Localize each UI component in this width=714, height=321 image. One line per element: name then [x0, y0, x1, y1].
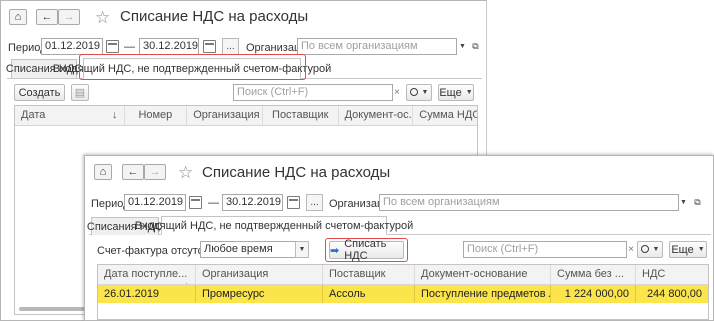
- organization-dropdown[interactable]: ▼: [456, 38, 469, 55]
- page-title: Списание НДС на расходы: [202, 164, 391, 181]
- table-header: Дата ↓ Номер Организация Поставщик Докуме…: [15, 106, 477, 126]
- favorite-star-icon[interactable]: ☆: [95, 9, 110, 26]
- write-off-vat-label: Списать НДС: [344, 238, 387, 262]
- home-button[interactable]: ⌂: [94, 164, 112, 180]
- arrow-left-icon: ←: [41, 11, 53, 23]
- home-icon: ⌂: [14, 11, 22, 23]
- arrow-left-icon: ←: [127, 166, 139, 178]
- date-to-input[interactable]: 30.12.2019: [222, 194, 283, 211]
- table-header: Дата поступле...↓ Организация Поставщик …: [98, 265, 708, 285]
- page-title: Списание НДС на расходы: [120, 8, 309, 25]
- chevron-down-icon: ▼: [298, 246, 306, 253]
- organization-input[interactable]: По всем организациям: [379, 194, 679, 211]
- back-button[interactable]: ←: [36, 9, 58, 25]
- create-button[interactable]: Создать: [14, 84, 65, 101]
- column-number[interactable]: Номер: [125, 106, 188, 125]
- column-vat-amount[interactable]: Сумма НДС: [413, 106, 477, 125]
- column-receipt-date[interactable]: Дата поступле...↓: [98, 265, 196, 284]
- home-icon: ⌂: [99, 166, 107, 178]
- date-from-input[interactable]: 01.12.2019: [124, 194, 186, 211]
- tab-highlight-frame: [79, 54, 306, 80]
- column-sum-without-vat[interactable]: Сумма без ...: [551, 265, 636, 284]
- search-icon: [640, 244, 649, 253]
- organization-dropdown[interactable]: ▼: [677, 194, 690, 211]
- invoice-missing-select[interactable]: Любое время: [200, 241, 296, 258]
- chevron-down-icon: ▼: [465, 89, 473, 96]
- organization-open-button[interactable]: ⧉: [691, 194, 704, 211]
- clear-search-icon[interactable]: ×: [625, 241, 637, 258]
- arrow-right-icon: →: [149, 166, 161, 178]
- incoming-vat-table[interactable]: Дата поступле...↓ Организация Поставщик …: [97, 264, 709, 320]
- cell-vat: 244 800,00: [646, 288, 702, 300]
- search-button[interactable]: ▼: [406, 84, 432, 101]
- write-off-vat-button[interactable]: ➡ Списать НДС: [329, 238, 404, 262]
- more-label: Еще: [671, 243, 694, 256]
- cell-date: 26.01.2019: [98, 285, 196, 303]
- chevron-down-icon: ▼: [459, 43, 466, 50]
- table-row[interactable]: 26.01.2019 Промресурс Ассоль Поступление…: [98, 285, 708, 303]
- search-input[interactable]: Поиск (Ctrl+F): [463, 241, 627, 258]
- arrow-right-icon: →: [63, 11, 75, 23]
- home-button[interactable]: ⌂: [9, 9, 27, 25]
- calendar-icon[interactable]: [189, 196, 202, 209]
- cell-supplier: Ассоль: [323, 285, 415, 303]
- period-dash: —: [208, 197, 219, 209]
- organization-open-button[interactable]: ⧉: [469, 38, 482, 55]
- column-vat[interactable]: НДС: [636, 265, 708, 284]
- column-document[interactable]: Документ-основание: [415, 265, 551, 284]
- invoice-missing-dropdown[interactable]: ▼: [295, 241, 309, 258]
- period-dash: —: [124, 41, 135, 53]
- chevron-down-icon: ▼: [652, 246, 660, 253]
- copy-icon: ▤: [74, 87, 86, 99]
- chevron-down-icon: ▼: [697, 246, 705, 253]
- organization-input[interactable]: По всем организациям: [297, 38, 457, 55]
- front-window: ⌂ ← → ☆ Списание НДС на расходы Период: …: [84, 155, 714, 321]
- open-link-icon: ⧉: [694, 197, 701, 207]
- period-select-button[interactable]: ...: [306, 194, 323, 211]
- calendar-icon[interactable]: [203, 40, 216, 53]
- search-input[interactable]: Поиск (Ctrl+F): [233, 84, 393, 101]
- more-button[interactable]: Еще ▼: [669, 241, 707, 258]
- chevron-down-icon: ▼: [421, 89, 429, 96]
- period-select-button[interactable]: ...: [222, 38, 239, 55]
- sort-arrow-icon: ↓: [184, 280, 190, 284]
- chevron-down-icon: ▼: [680, 199, 687, 206]
- cell-sum: 1 224 000,00: [551, 285, 636, 303]
- calendar-icon[interactable]: [106, 40, 119, 53]
- open-link-icon: ⧉: [472, 41, 479, 51]
- arrow-right-icon: ➡: [330, 244, 340, 257]
- column-supplier[interactable]: Поставщик: [323, 265, 415, 284]
- calendar-icon[interactable]: [287, 196, 300, 209]
- forward-button[interactable]: →: [144, 164, 166, 180]
- column-organization[interactable]: Организация: [196, 265, 323, 284]
- search-icon: [409, 87, 418, 96]
- date-from-input[interactable]: 01.12.2019: [41, 38, 103, 55]
- clear-search-icon[interactable]: ×: [391, 84, 403, 101]
- more-label: Еще: [439, 86, 462, 99]
- column-date[interactable]: Дата ↓: [15, 106, 125, 125]
- favorite-star-icon[interactable]: ☆: [178, 164, 193, 181]
- column-organization[interactable]: Организация: [187, 106, 263, 125]
- back-button[interactable]: ←: [122, 164, 144, 180]
- date-to-input[interactable]: 30.12.2019: [139, 38, 199, 55]
- column-supplier[interactable]: Поставщик: [263, 106, 339, 125]
- sort-arrow-icon: ↓: [112, 109, 118, 121]
- column-document[interactable]: Документ-ос...: [339, 106, 414, 125]
- copy-button[interactable]: ▤: [71, 84, 89, 101]
- cell-organization: Промресурс: [196, 285, 323, 303]
- search-button[interactable]: ▼: [637, 241, 663, 258]
- cell-document: Поступление предметов лизи...: [415, 285, 551, 303]
- more-button[interactable]: Еще ▼: [438, 84, 474, 101]
- forward-button[interactable]: →: [58, 9, 80, 25]
- tab-incoming-vat[interactable]: Входящий НДС, не подтвержденный счетом-ф…: [135, 216, 413, 235]
